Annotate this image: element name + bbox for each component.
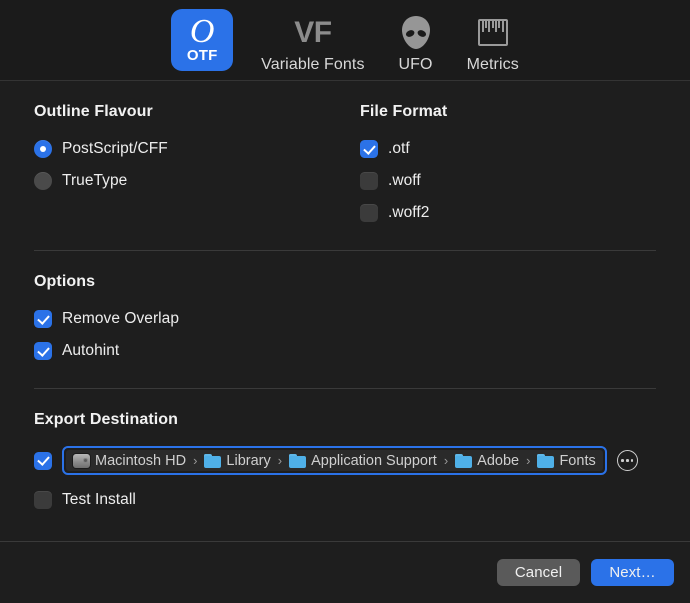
export-dialog: O OTF VF Variable Fonts UFO Metrics Outl… xyxy=(0,0,690,603)
path-separator: › xyxy=(443,453,449,468)
radio-truetype[interactable]: TrueType xyxy=(34,170,360,192)
checkbox-test-install-label: Test Install xyxy=(62,491,136,508)
export-path-control[interactable]: Macintosh HD › Library › Application Sup… xyxy=(62,446,607,475)
tab-variable-fonts-label: Variable Fonts xyxy=(261,55,365,73)
ruler-icon xyxy=(477,11,508,55)
checkbox-woff-label: .woff xyxy=(388,172,421,189)
options-title: Options xyxy=(34,273,96,290)
radio-postscript-cff[interactable]: PostScript/CFF xyxy=(34,138,360,160)
path-segment-adobe[interactable]: Adobe xyxy=(455,453,519,469)
file-format-title: File Format xyxy=(360,103,448,120)
spacer-above-destination-divider xyxy=(34,362,656,388)
path-segment-fonts[interactable]: Fonts xyxy=(537,452,596,469)
tab-ufo[interactable]: UFO xyxy=(379,7,453,74)
otf-icon-text: OTF xyxy=(186,47,218,64)
top-sections: Outline Flavour PostScript/CFF TrueType … xyxy=(34,103,656,224)
dialog-content: Outline Flavour PostScript/CFF TrueType … xyxy=(0,81,690,541)
spacer-below-destination-divider xyxy=(34,389,656,411)
path-separator: › xyxy=(277,453,283,468)
checkbox-woff2-indicator[interactable] xyxy=(360,204,378,222)
radio-truetype-label: TrueType xyxy=(62,172,128,189)
path-segment-macintosh-hd-label: Macintosh HD xyxy=(95,452,187,469)
checkbox-otf-label: .otf xyxy=(388,140,410,157)
export-destination-title: Export Destination xyxy=(34,411,179,428)
section-outline-flavour: Outline Flavour PostScript/CFF TrueType xyxy=(34,103,360,224)
folder-icon xyxy=(455,453,473,468)
outline-flavour-title: Outline Flavour xyxy=(34,103,153,120)
checkbox-woff-indicator[interactable] xyxy=(360,172,378,190)
folder-icon xyxy=(204,453,222,468)
checkbox-otf[interactable]: .otf xyxy=(360,138,656,160)
path-segment-application-support[interactable]: Application Support xyxy=(289,453,437,469)
section-file-format: File Format .otf .woff .woff2 xyxy=(360,103,656,224)
folder-icon xyxy=(537,453,555,468)
checkbox-test-install[interactable]: Test Install xyxy=(34,489,656,511)
dialog-footer: Cancel Next… xyxy=(0,541,690,603)
tab-otf[interactable]: O OTF xyxy=(157,9,247,71)
tab-ufo-label: UFO xyxy=(398,55,433,73)
tab-metrics[interactable]: Metrics xyxy=(453,7,533,74)
section-export-destination: Export Destination Macintosh HD › Librar… xyxy=(34,411,656,511)
tab-metrics-label: Metrics xyxy=(466,55,519,73)
path-segment-application-support-label: Application Support xyxy=(311,452,437,469)
checkbox-test-install-indicator[interactable] xyxy=(34,491,52,509)
path-segment-fonts-label: Fonts xyxy=(559,452,596,469)
toolbar-tabs: O OTF VF Variable Fonts UFO Metrics xyxy=(0,0,690,81)
folder-icon xyxy=(289,453,307,468)
checkbox-remove-overlap-label: Remove Overlap xyxy=(62,310,179,327)
otf-icon-glyph: O xyxy=(189,13,215,50)
path-separator: › xyxy=(193,453,198,468)
radio-truetype-indicator[interactable] xyxy=(34,172,52,190)
checkbox-remove-overlap-indicator[interactable] xyxy=(34,310,52,328)
outline-flavour-options: PostScript/CFF TrueType xyxy=(34,138,360,192)
path-separator: › xyxy=(526,453,531,468)
harddisk-icon xyxy=(73,453,90,468)
next-button[interactable]: Next… xyxy=(591,559,674,586)
export-path-breadcrumb[interactable]: Macintosh HD › Library › Application Sup… xyxy=(66,450,603,471)
radio-postscript-cff-indicator[interactable] xyxy=(34,140,52,158)
vf-icon-glyph: VF xyxy=(294,15,332,49)
file-format-options: .otf .woff .woff2 xyxy=(360,138,656,224)
checkbox-autohint-indicator[interactable] xyxy=(34,342,52,360)
checkbox-export-destination-indicator[interactable] xyxy=(34,451,52,470)
checkbox-remove-overlap[interactable]: Remove Overlap xyxy=(34,308,656,330)
checkbox-autohint[interactable]: Autohint xyxy=(34,340,656,362)
ellipsis-icon[interactable] xyxy=(616,450,638,471)
path-segment-library[interactable]: Library xyxy=(204,452,271,469)
tab-variable-fonts[interactable]: VF Variable Fonts xyxy=(247,7,378,74)
alien-icon xyxy=(400,11,432,55)
path-segment-library-label: Library xyxy=(226,452,271,469)
checkbox-woff2-label: .woff2 xyxy=(388,204,430,221)
cancel-button[interactable]: Cancel xyxy=(497,559,580,586)
options-list: Remove Overlap Autohint xyxy=(34,308,656,362)
radio-postscript-cff-label: PostScript/CFF xyxy=(62,140,168,157)
vf-icon: VF xyxy=(294,11,332,55)
checkbox-woff[interactable]: .woff xyxy=(360,170,656,192)
path-segment-adobe-label: Adobe xyxy=(477,452,520,469)
spacer-above-options-divider xyxy=(34,224,656,250)
path-segment-macintosh-hd[interactable]: Macintosh HD xyxy=(73,453,186,469)
spacer-below-options-divider xyxy=(34,251,656,273)
export-destination-row: Macintosh HD › Library › Application Sup… xyxy=(34,446,656,475)
otf-icon: O OTF xyxy=(171,9,234,71)
checkbox-autohint-label: Autohint xyxy=(62,342,120,359)
checkbox-woff2[interactable]: .woff2 xyxy=(360,202,656,224)
checkbox-otf-indicator[interactable] xyxy=(360,140,378,158)
section-options: Options Remove Overlap Autohint xyxy=(34,273,656,362)
